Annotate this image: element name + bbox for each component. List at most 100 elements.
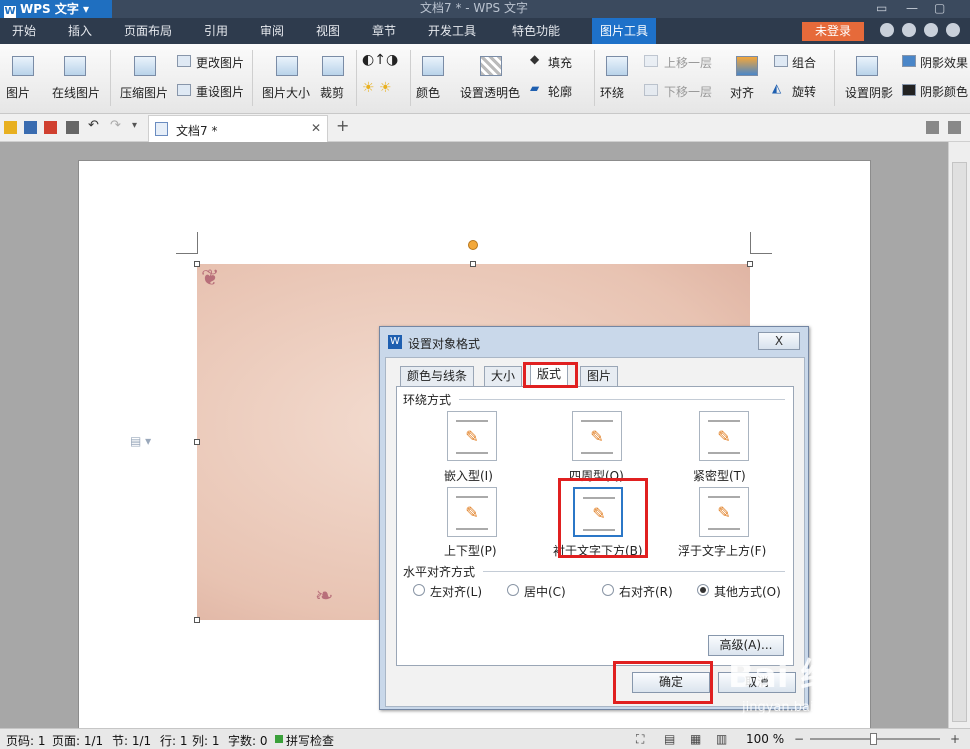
web-view-icon[interactable]: ▥ [716,732,727,746]
wrap-button[interactable]: 环绕 [600,84,624,101]
brightness-icon[interactable]: ☀ ☀ [362,80,392,96]
rotate-icon[interactable]: ◭ [772,81,781,95]
halign-left-label[interactable]: 左对齐(L) [430,583,482,600]
online-picture-icon[interactable] [64,56,86,76]
contrast-icon[interactable]: ◐↑◑ [362,52,398,68]
tab-color-lines[interactable]: 颜色与线条 [400,366,475,386]
dialog-close-button[interactable]: X [758,332,800,350]
tab-list-icon[interactable] [926,121,939,134]
reset-picture-icon[interactable] [177,84,191,96]
redo-icon[interactable]: ↷ [110,118,123,133]
halign-other-radio[interactable] [697,584,709,596]
reset-picture-button[interactable]: 重设图片 [196,83,244,100]
picture-icon[interactable] [12,56,34,76]
menu-picture-tools[interactable]: 图片工具 [592,18,657,44]
status-column[interactable]: 列: 1 [192,732,220,749]
wrap-tight-option[interactable]: ✎ [699,411,749,461]
vertical-scrollbar[interactable] [948,142,970,728]
skin-icon[interactable] [880,23,894,37]
shadow-effect-button[interactable]: 阴影效果 [920,54,968,71]
wrap-tight-label[interactable]: 紧密型(T) [693,467,746,484]
tab-close-all-icon[interactable] [948,121,961,134]
halign-right-label[interactable]: 右对齐(R) [619,583,673,600]
wrap-square-option[interactable]: ✎ [572,411,622,461]
undo-icon[interactable]: ↶ [88,118,101,133]
halign-center-radio[interactable] [507,584,519,596]
status-pages[interactable]: 页面: 1/1 [52,732,103,749]
status-word-count[interactable]: 字数: 0 [228,732,268,749]
menu-view[interactable]: 视图 [316,18,340,44]
app-menu-button[interactable]: W WPS 文字 ▾ [0,0,112,18]
color-button[interactable]: 颜色 [416,84,440,101]
save-icon[interactable] [24,121,37,134]
menu-chapter[interactable]: 章节 [372,18,396,44]
fill-button[interactable]: 填充 [548,54,572,71]
compress-icon[interactable] [134,56,156,76]
zoom-in-icon[interactable]: + [950,732,960,746]
resize-handle[interactable] [194,617,200,623]
wrap-icon[interactable] [606,56,628,76]
close-tab-icon[interactable]: ✕ [311,121,321,135]
zoom-slider-thumb[interactable] [870,733,877,745]
resize-handle[interactable] [747,261,753,267]
bring-forward-button[interactable]: 上移一层 [664,54,712,71]
zoom-out-icon[interactable]: − [794,732,804,746]
set-shadow-button[interactable]: 设置阴影 [845,84,893,101]
open-icon[interactable] [4,121,17,134]
crop-icon[interactable] [322,56,344,76]
picture-size-icon[interactable] [276,56,298,76]
set-transparent-button[interactable]: 设置透明色 [460,84,520,101]
fill-icon[interactable]: ◆ [530,52,539,66]
settings-icon[interactable] [924,23,938,37]
menu-page-layout[interactable]: 页面布局 [124,18,172,44]
minimize-icon[interactable]: — [906,0,918,16]
more-icon[interactable]: ▾ [132,120,145,133]
wrap-in-front-option[interactable]: ✎ [699,487,749,537]
menu-special[interactable]: 特色功能 [512,18,560,44]
shadow-icon[interactable] [856,56,878,76]
outline-icon[interactable]: ▰ [530,81,539,95]
menu-review[interactable]: 审阅 [260,18,284,44]
wrap-top-bottom-option[interactable]: ✎ [447,487,497,537]
group-button[interactable]: 组合 [792,54,816,71]
wrap-top-bottom-label[interactable]: 上下型(P) [444,542,497,559]
resize-handle[interactable] [194,439,200,445]
shadow-effect-icon[interactable] [902,55,916,67]
change-picture-icon[interactable] [177,55,191,67]
wrap-in-front-label[interactable]: 浮于文字上方(F) [678,542,766,559]
tab-size[interactable]: 大小 [484,366,523,386]
halign-other-label[interactable]: 其他方式(O) [714,583,781,600]
wrap-inline-label[interactable]: 嵌入型(I) [444,467,493,484]
send-backward-button[interactable]: 下移一层 [664,83,712,100]
bring-forward-icon[interactable] [644,55,658,67]
print-icon[interactable] [66,121,79,134]
send-backward-icon[interactable] [644,84,658,96]
compress-picture-button[interactable]: 压缩图片 [120,84,168,101]
zoom-level[interactable]: 100 % [746,732,784,746]
fullscreen-icon[interactable]: ⛶ [636,732,644,747]
color-icon[interactable] [422,56,444,76]
rotate-handle[interactable] [468,240,478,250]
shadow-color-button[interactable]: 阴影颜色 [920,83,968,100]
online-picture-button[interactable]: 在线图片 [52,84,100,101]
change-picture-button[interactable]: 更改图片 [196,54,244,71]
halign-left-radio[interactable] [413,584,425,596]
group-icon[interactable] [774,55,788,67]
new-tab-icon[interactable]: + [336,116,349,135]
picture-size-button[interactable]: 图片大小 [262,84,310,101]
align-icon[interactable] [736,56,758,76]
outline-view-icon[interactable]: ▦ [690,732,701,746]
outline-button[interactable]: 轮廓 [548,83,572,100]
status-page-number[interactable]: 页码: 1 [6,732,46,749]
picture-button[interactable]: 图片 [6,84,30,101]
login-button[interactable]: 未登录 [802,22,864,41]
page-view-icon[interactable]: ▤ [664,732,675,746]
transparent-color-icon[interactable] [480,56,502,76]
scrollbar-thumb[interactable] [952,162,967,722]
menu-developer[interactable]: 开发工具 [428,18,476,44]
menu-insert[interactable]: 插入 [68,18,92,44]
menu-reference[interactable]: 引用 [204,18,228,44]
resize-handle[interactable] [194,261,200,267]
help-icon[interactable] [902,23,916,37]
shadow-color-icon[interactable] [902,84,916,96]
